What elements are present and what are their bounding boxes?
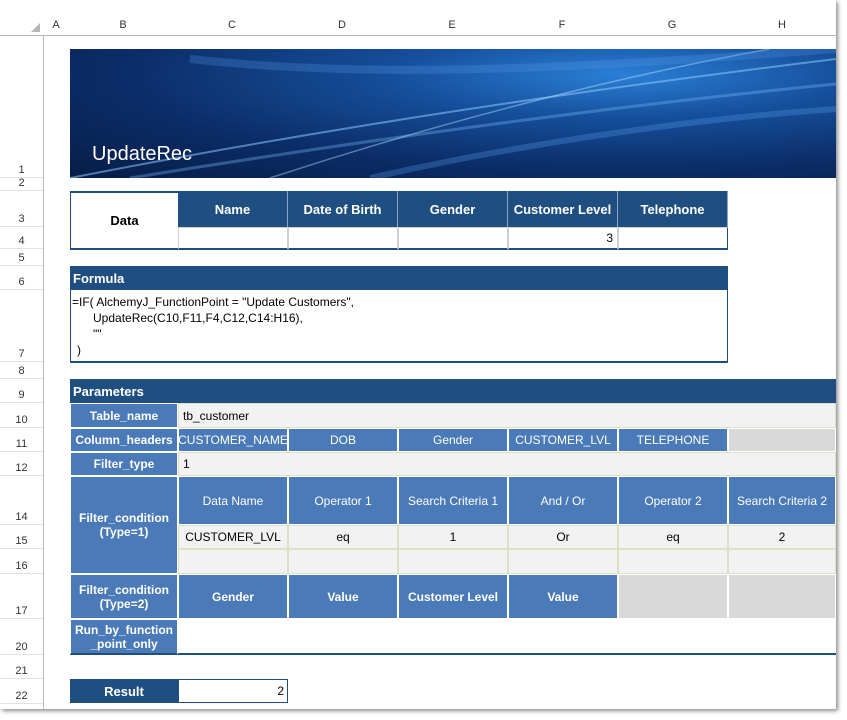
row-header-4[interactable]: 4 [0, 227, 43, 249]
table-name-label: Table_name [70, 403, 178, 428]
column-header-customer-lvl[interactable]: CUSTOMER_LVL [508, 428, 618, 452]
row-header-21[interactable]: 21 [0, 655, 43, 679]
column-header-f[interactable]: F [507, 15, 618, 36]
row-header-20[interactable]: 20 [0, 619, 43, 655]
row-header-3[interactable]: 3 [0, 191, 43, 227]
column-headers-label: Column_headers [70, 428, 178, 452]
column-header-dob[interactable]: DOB [288, 428, 398, 452]
filter-type-value[interactable]: 1 [178, 452, 836, 476]
row-header-11[interactable]: 11 [0, 428, 43, 452]
fc1-empty-cell-h16[interactable] [728, 549, 836, 574]
row-header-16[interactable]: 16 [0, 549, 43, 574]
fc1-value-operator-1[interactable]: eq [288, 525, 398, 549]
fc1-header-operator-1: Operator 1 [288, 476, 398, 525]
fc1-value-data-name[interactable]: CUSTOMER_LVL [178, 525, 288, 549]
filter-condition-1-label: Filter_condition (Type=1) [70, 476, 178, 574]
column-header-customer-name[interactable]: CUSTOMER_NAME [178, 428, 288, 452]
row-header-1[interactable]: 1 [0, 36, 43, 178]
formula-line-3: "" [93, 327, 102, 341]
fc1-header-search-criteria-2: Search Criteria 2 [728, 476, 836, 525]
fc2-header-value-2: Value [508, 574, 618, 619]
fc2-header-customer-level: Customer Level [398, 574, 508, 619]
data-header-name: Name [178, 191, 288, 227]
select-all-corner[interactable] [0, 15, 44, 36]
column-header-d[interactable]: D [287, 15, 398, 36]
fc1-value-search-criteria-1[interactable]: 1 [398, 525, 508, 549]
row-header-10[interactable]: 10 [0, 403, 43, 428]
parameters-header: Parameters [70, 379, 836, 403]
row-header-9[interactable]: 9 [0, 379, 43, 403]
formula-header: Formula [70, 266, 728, 290]
row-header-8[interactable]: 8 [0, 362, 43, 379]
row-header-12[interactable]: 12 [0, 452, 43, 476]
formula-cell[interactable]: =IF( AlchemyJ_FunctionPoint = "Update Cu… [70, 290, 728, 363]
row-header-2[interactable]: 2 [0, 177, 43, 191]
column-header-empty[interactable] [728, 428, 836, 452]
row-header-7[interactable]: 7 [0, 290, 43, 362]
row-header-22[interactable]: 22 [0, 679, 43, 704]
fc1-empty-cell-e16[interactable] [398, 549, 508, 574]
column-header-h[interactable]: H [727, 15, 836, 36]
row-header-15[interactable]: 15 [0, 525, 43, 549]
row-header-17[interactable]: 17 [0, 574, 43, 619]
column-header-c[interactable]: C [177, 15, 288, 36]
fc1-header-data-name: Data Name [178, 476, 288, 525]
title-banner: UpdateRec [70, 49, 836, 178]
run-by-function-point-label: Run_by_function _point_only [70, 619, 178, 655]
fc2-empty-cell-h17[interactable] [728, 574, 836, 619]
data-header-customer-level: Customer Level [508, 191, 618, 227]
page-title: UpdateRec [92, 143, 193, 165]
data-label: Data [70, 191, 178, 250]
column-header-g[interactable]: G [617, 15, 728, 36]
result-value[interactable]: 2 [178, 679, 288, 703]
run-by-function-point-value[interactable] [178, 619, 836, 655]
fc1-value-operator-2[interactable]: eq [618, 525, 728, 549]
row-header-6[interactable]: 6 [0, 266, 43, 290]
column-header-b[interactable]: B [69, 15, 178, 36]
fc2-empty-cell-g17[interactable] [618, 574, 728, 619]
fc1-empty-cell-d16[interactable] [288, 549, 398, 574]
fc1-empty-cell-f16[interactable] [508, 549, 618, 574]
fc1-header-operator-2: Operator 2 [618, 476, 728, 525]
fc2-header-value-1: Value [288, 574, 398, 619]
data-header-dob: Date of Birth [288, 191, 398, 227]
result-label: Result [70, 679, 178, 703]
fc1-empty-cell-c16[interactable] [178, 549, 288, 574]
row-header-5[interactable]: 5 [0, 249, 43, 266]
column-header-a[interactable]: A [43, 15, 70, 36]
data-header-telephone: Telephone [618, 191, 728, 227]
column-header-telephone[interactable]: TELEPHONE [618, 428, 728, 452]
formula-line-1: =IF( AlchemyJ_FunctionPoint = "Update Cu… [72, 295, 354, 309]
fc1-empty-cell-g16[interactable] [618, 549, 728, 574]
formula-line-4: ) [77, 343, 81, 357]
formula-line-2: UpdateRec(C10,F11,F4,C12,C14:H16), [93, 311, 303, 325]
fc1-header-search-criteria-1: Search Criteria 1 [398, 476, 508, 525]
fc1-value-and-or[interactable]: Or [508, 525, 618, 549]
data-value-name[interactable] [178, 227, 288, 250]
fc1-header-and-or: And / Or [508, 476, 618, 525]
filter-type-label: Filter_type [70, 452, 178, 476]
column-header-gender[interactable]: Gender [398, 428, 508, 452]
row-header-14[interactable]: 14 [0, 476, 43, 525]
column-header-e[interactable]: E [397, 15, 508, 36]
top-strip [0, 0, 836, 15]
data-value-telephone[interactable] [618, 227, 728, 250]
spreadsheet-window: A B C D E F G H 1 2 3 4 5 6 7 8 9 10 11 … [0, 0, 836, 709]
select-all-icon [31, 23, 40, 32]
fc1-value-search-criteria-2[interactable]: 2 [728, 525, 836, 549]
data-value-gender[interactable] [398, 227, 508, 250]
filter-condition-2-label: Filter_condition (Type=2) [70, 574, 178, 619]
data-value-customer-level[interactable]: 3 [508, 227, 618, 250]
data-value-dob[interactable] [288, 227, 398, 250]
fc2-header-gender: Gender [178, 574, 288, 619]
table-name-value[interactable]: tb_customer [178, 403, 836, 428]
data-header-gender: Gender [398, 191, 508, 227]
